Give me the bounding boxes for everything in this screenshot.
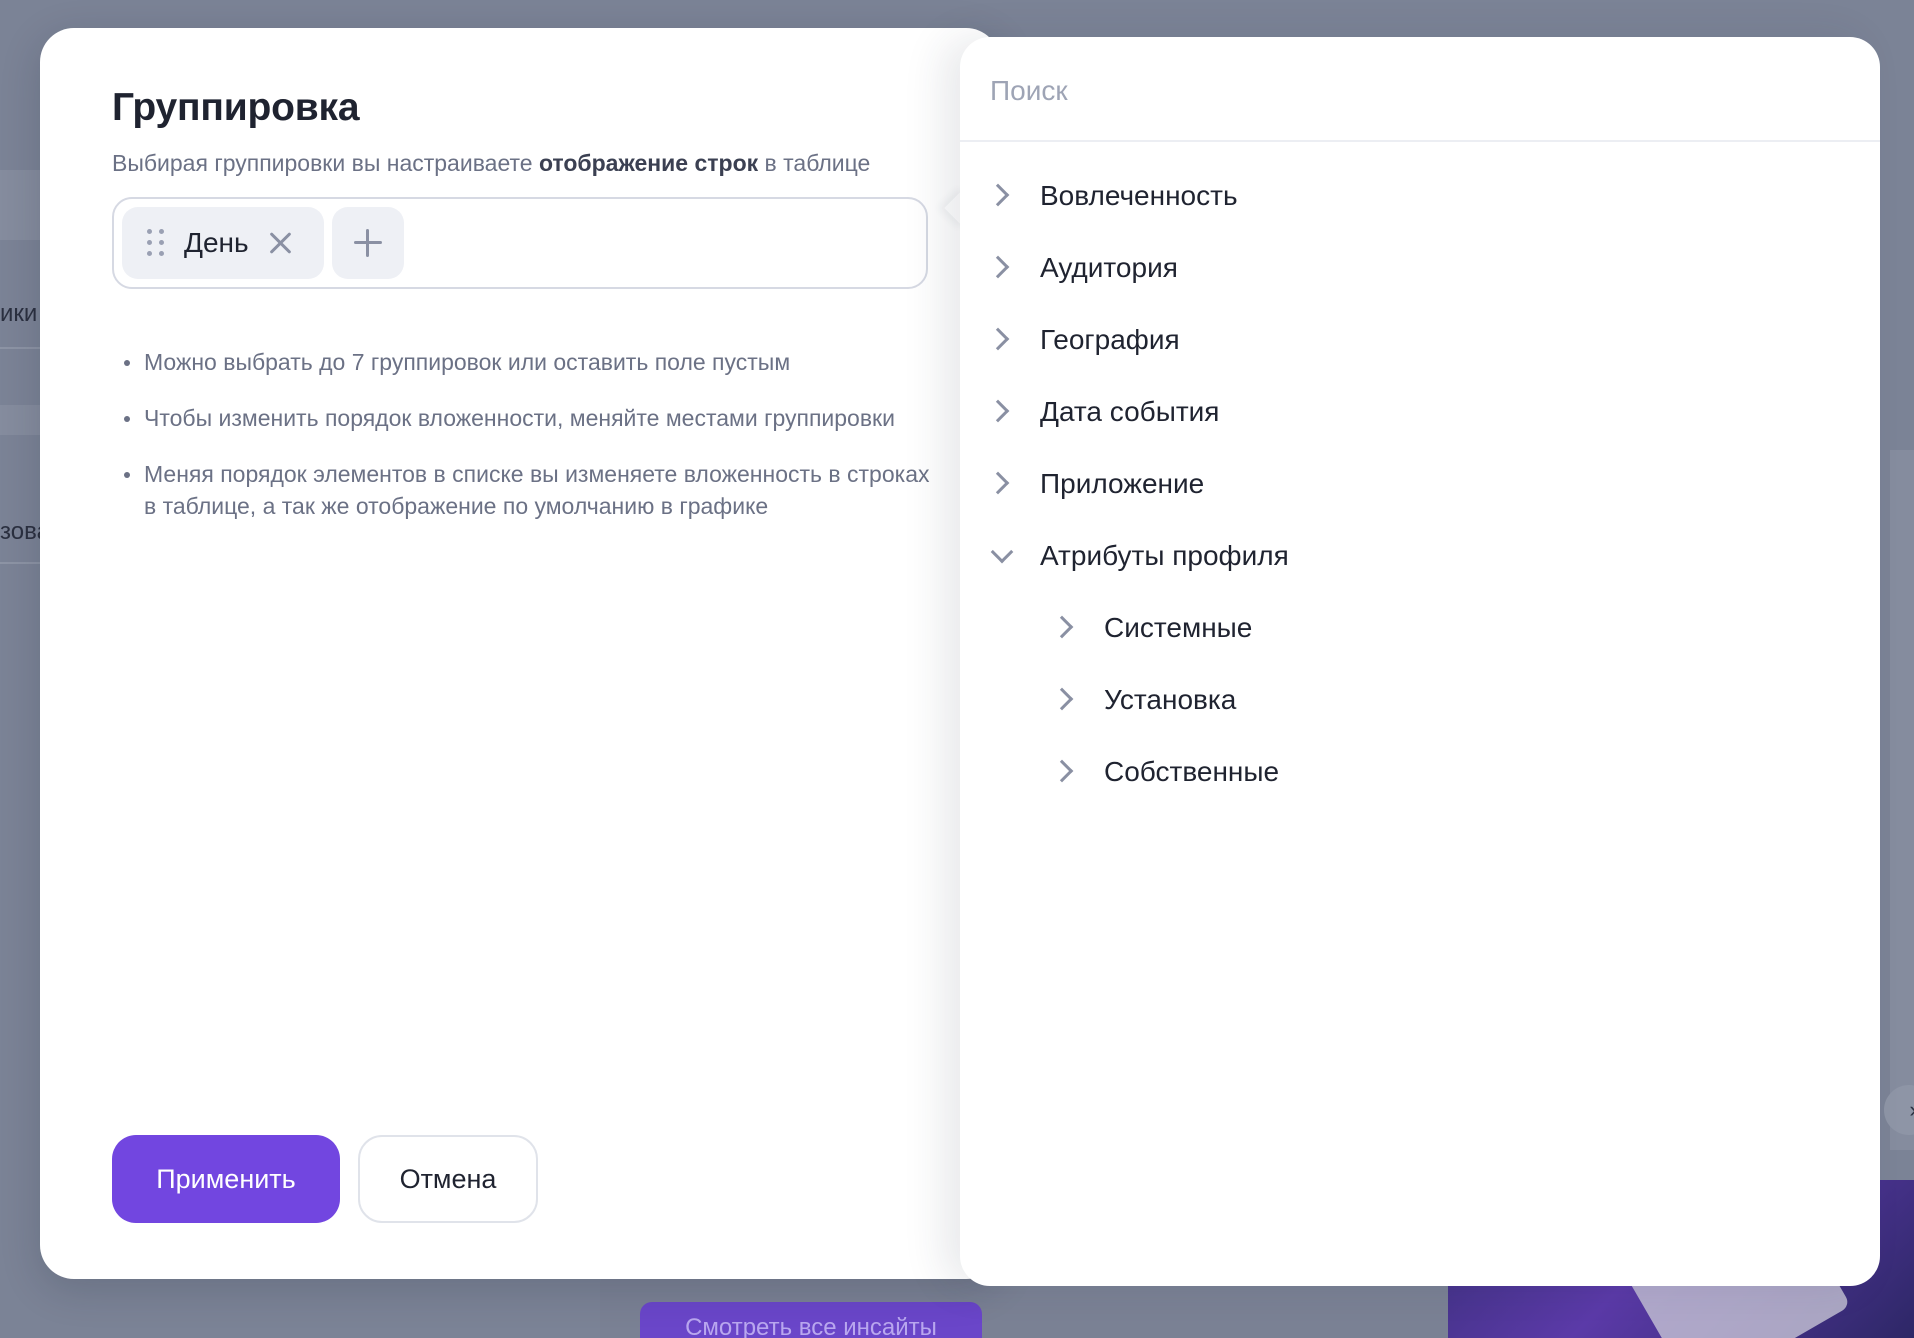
tree-item-label: География [1040, 324, 1180, 355]
tree-item-installation[interactable]: Установка [960, 664, 1880, 736]
tree-item-label: Установка [1104, 684, 1237, 715]
chevron-right-icon [986, 471, 1010, 495]
dimension-tree: Вовлеченность Аудитория География Дата с… [960, 160, 1880, 808]
tree-item-label: Атрибуты профиля [1040, 540, 1289, 571]
modal-title: Группировка [112, 86, 360, 129]
tree-item-custom[interactable]: Собственные [960, 736, 1880, 808]
tree-item-label: Собственные [1104, 756, 1280, 787]
grouping-chip-label: День [184, 227, 249, 258]
subtitle-start: Выбирая группировки вы настраиваете [112, 150, 539, 176]
tree-item-label: Системные [1104, 612, 1253, 643]
tree-item-geography[interactable]: География [960, 304, 1880, 376]
drag-handle-icon[interactable] [144, 229, 168, 257]
tree-item-engagement[interactable]: Вовлеченность [960, 160, 1880, 232]
dimension-picker-panel: Вовлеченность Аудитория География Дата с… [960, 37, 1880, 1286]
chevron-right-icon [1050, 615, 1074, 639]
hint-item: Чтобы изменить порядок вложенности, меня… [124, 402, 934, 434]
chevron-right-icon [986, 399, 1010, 423]
background-card [1890, 450, 1914, 1150]
tree-item-label: Аудитория [1040, 252, 1178, 283]
subtitle-bold: отображение строк [538, 150, 759, 176]
grouping-chip-day[interactable]: День [122, 207, 324, 279]
hints-list: Можно выбрать до 7 группировок или остав… [124, 346, 934, 546]
tree-item-application[interactable]: Приложение [960, 448, 1880, 520]
tree-item-audience[interactable]: Аудитория [960, 232, 1880, 304]
chevron-right-icon [986, 255, 1010, 279]
chevron-right-icon [986, 183, 1010, 207]
background-next-button: › [1884, 1085, 1914, 1135]
tree-item-label: Вовлеченность [1040, 180, 1238, 211]
background-insights-button: Смотреть все инсайты [640, 1302, 982, 1338]
chevron-right-icon [1050, 687, 1074, 711]
search-bar [960, 37, 1880, 142]
tree-item-profile-attributes[interactable]: Атрибуты профиля [960, 520, 1880, 592]
chevron-right-icon [1050, 759, 1074, 783]
grouping-modal: Группировка Выбирая группировки вы настр… [40, 28, 1000, 1279]
tree-item-label: Приложение [1040, 468, 1205, 499]
subtitle-end: в таблице [758, 150, 871, 176]
modal-subtitle: Выбирая группировки вы настраиваете отоб… [112, 150, 870, 177]
chevron-down-icon [990, 540, 1014, 564]
apply-button[interactable]: Применить [112, 1135, 340, 1223]
tree-item-system[interactable]: Системные [960, 592, 1880, 664]
tree-item-label: Дата события [1040, 396, 1220, 427]
search-input[interactable] [990, 67, 1850, 115]
close-icon[interactable] [267, 229, 295, 257]
tree-item-event-date[interactable]: Дата события [960, 376, 1880, 448]
chevron-right-icon: › [1909, 1097, 1914, 1123]
background-label: ики [0, 300, 38, 327]
chevron-right-icon [986, 327, 1010, 351]
cancel-button[interactable]: Отмена [358, 1135, 538, 1223]
hint-item: Можно выбрать до 7 группировок или остав… [124, 346, 934, 378]
add-grouping-button[interactable] [332, 207, 404, 279]
hint-item: Меняя порядок элементов в списке вы изме… [124, 458, 934, 522]
groupings-field[interactable]: День [112, 197, 928, 289]
